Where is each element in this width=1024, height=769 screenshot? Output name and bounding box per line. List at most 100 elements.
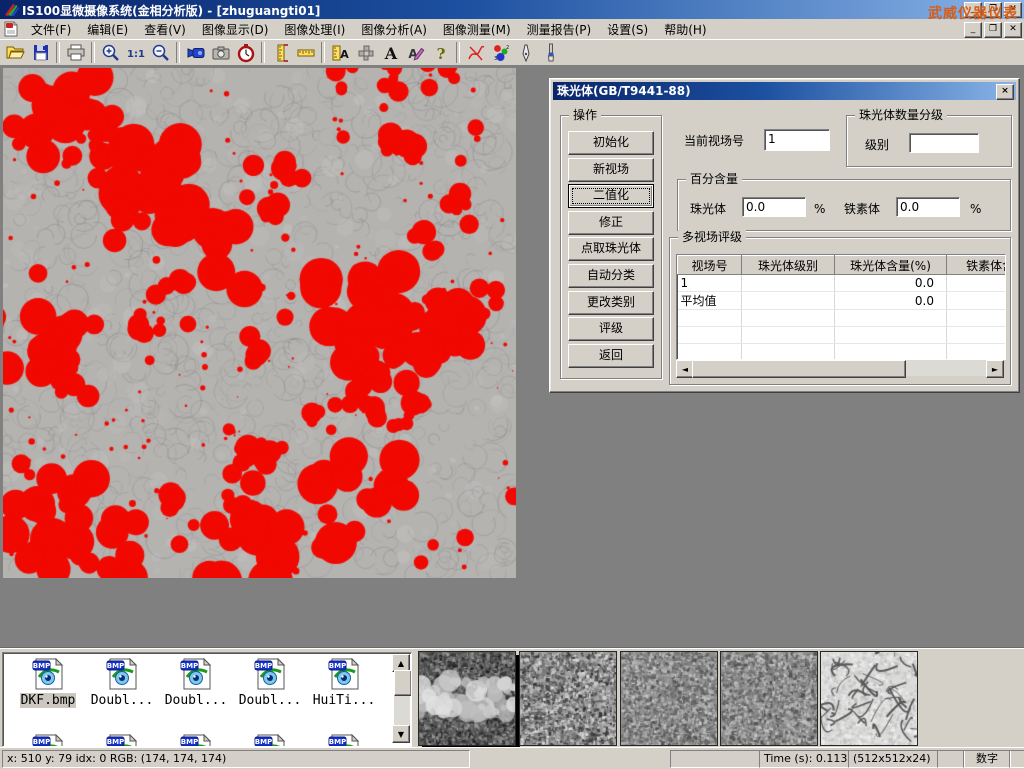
op-button-3[interactable]: 二值化 bbox=[568, 184, 654, 208]
menu-item[interactable]: 帮助(H) bbox=[656, 19, 714, 40]
minimize-button[interactable]: _ bbox=[964, 2, 982, 18]
multi-field-group: 多视场评级 视场号珠光体级别珠光体含量(%)铁素体含量(%) 10.0平均值0.… bbox=[669, 237, 1011, 385]
window-titlebar[interactable]: IS100显微摄像系统(金相分析版) - [zhuguangti01] _ ❐ … bbox=[0, 0, 1024, 19]
child-close-button[interactable]: ✕ bbox=[1004, 22, 1022, 38]
table-row[interactable]: 平均值0.0 bbox=[678, 292, 1007, 310]
menu-bar: 文件(F)编辑(E)查看(V)图像显示(D)图像处理(I)图像分析(A)图像测量… bbox=[0, 19, 1024, 39]
table-row[interactable] bbox=[678, 344, 1007, 361]
dialog-titlebar[interactable]: 珠光体(GB/T9441-88) × bbox=[553, 82, 1016, 100]
measure-text-button[interactable]: A bbox=[328, 41, 353, 64]
file-item[interactable]: BMP bbox=[163, 733, 229, 747]
actual-size-button[interactable]: 1:1 bbox=[123, 41, 148, 64]
op-button-1[interactable]: 初始化 bbox=[568, 131, 654, 155]
print-button[interactable] bbox=[63, 41, 88, 64]
caliper-v-icon bbox=[271, 43, 291, 63]
op-button-9[interactable]: 返回 bbox=[568, 344, 654, 368]
file-name: Doubl... bbox=[238, 693, 303, 708]
curve-button[interactable] bbox=[463, 41, 488, 64]
image-thumbnail[interactable] bbox=[820, 651, 918, 746]
restore-button[interactable]: ❐ bbox=[984, 2, 1002, 18]
vscrollbar-thumb[interactable] bbox=[394, 670, 412, 696]
op-button-2[interactable]: 新视场 bbox=[568, 158, 654, 182]
image-thumbnail[interactable] bbox=[620, 651, 718, 746]
annotate-button[interactable]: A bbox=[403, 41, 428, 64]
column-header: 珠光体含量(%) bbox=[835, 256, 947, 275]
caliper-v-button[interactable] bbox=[268, 41, 293, 64]
grade-group-label: 珠光体数量分级 bbox=[855, 108, 947, 122]
menu-item[interactable]: 图像处理(I) bbox=[276, 19, 353, 40]
current-field-input[interactable]: 1 bbox=[764, 129, 830, 151]
ferrite-label: 铁素体 bbox=[844, 202, 880, 216]
file-item[interactable]: BMP bbox=[237, 733, 303, 747]
image-thumbnail[interactable] bbox=[418, 651, 516, 746]
svg-text:BMP: BMP bbox=[255, 662, 272, 670]
pearlite-input[interactable]: 0.0 bbox=[742, 197, 806, 217]
table-row[interactable]: 10.0 bbox=[678, 275, 1007, 292]
menu-item[interactable]: 图像显示(D) bbox=[194, 19, 277, 40]
video-camera-button[interactable] bbox=[183, 41, 208, 64]
brush-button[interactable] bbox=[538, 41, 563, 64]
file-item[interactable]: BMPDKF.bmp bbox=[15, 657, 81, 708]
table-cell bbox=[742, 327, 835, 344]
svg-text:?: ? bbox=[436, 45, 445, 63]
capture-button[interactable] bbox=[208, 41, 233, 64]
table-hscrollbar[interactable]: ◄ ► bbox=[676, 360, 1004, 376]
zoom-out-button[interactable] bbox=[148, 41, 173, 64]
op-button-6[interactable]: 自动分类 bbox=[568, 264, 654, 288]
table-cell bbox=[678, 344, 742, 361]
scroll-right-button[interactable]: ► bbox=[986, 360, 1004, 378]
pen-icon bbox=[516, 43, 536, 63]
curve-icon bbox=[466, 43, 486, 63]
child-minimize-button[interactable]: _ bbox=[964, 22, 982, 38]
text-label-button[interactable]: A bbox=[378, 41, 403, 64]
image-thumbnail[interactable] bbox=[720, 651, 818, 746]
menu-item[interactable]: 文件(F) bbox=[23, 19, 79, 40]
hscrollbar-thumb[interactable] bbox=[692, 360, 906, 378]
op-button-8[interactable]: 评级 bbox=[568, 317, 654, 341]
child-restore-button[interactable]: ❐ bbox=[984, 22, 1002, 38]
menu-item[interactable]: 编辑(E) bbox=[79, 19, 136, 40]
table-row[interactable] bbox=[678, 310, 1007, 327]
op-button-4[interactable]: 修正 bbox=[568, 211, 654, 235]
image-thumbnail[interactable] bbox=[519, 651, 617, 746]
file-item[interactable]: BMP bbox=[89, 733, 155, 747]
zoom-in-button[interactable] bbox=[98, 41, 123, 64]
menu-item[interactable]: 图像测量(M) bbox=[435, 19, 519, 40]
grade-input[interactable] bbox=[909, 133, 979, 153]
menu-item[interactable]: 查看(V) bbox=[136, 19, 194, 40]
file-item[interactable]: BMP Doubl... bbox=[237, 657, 303, 708]
file-list[interactable]: ▲ ▼ BMPDKF.bmpBMPBMPDoubl...BMPBMPDoubl.… bbox=[2, 652, 412, 747]
file-item[interactable]: BMPDoubl... bbox=[89, 657, 155, 708]
toolbar-separator bbox=[261, 42, 265, 63]
op-button-7[interactable]: 更改类别 bbox=[568, 291, 654, 315]
metallographic-image[interactable] bbox=[3, 68, 516, 578]
dialog-close-button[interactable]: × bbox=[996, 84, 1014, 100]
count-button[interactable]: 23 bbox=[488, 41, 513, 64]
tile-button[interactable] bbox=[353, 41, 378, 64]
rating-table-header: 视场号珠光体级别珠光体含量(%)铁素体含量(%) bbox=[678, 256, 1007, 275]
open-file-button[interactable] bbox=[3, 41, 28, 64]
table-row[interactable] bbox=[678, 327, 1007, 344]
table-cell bbox=[835, 310, 947, 327]
save-button[interactable] bbox=[28, 41, 53, 64]
menu-item[interactable]: 测量报告(P) bbox=[519, 19, 600, 40]
file-item[interactable]: BMP bbox=[311, 733, 377, 747]
ruler-h-button[interactable] bbox=[293, 41, 318, 64]
time-status: Time (s): 0.113 bbox=[759, 750, 849, 768]
menu-item[interactable]: 设置(S) bbox=[599, 19, 656, 40]
file-list-vscrollbar[interactable]: ▲ ▼ bbox=[394, 654, 410, 743]
pen-button[interactable] bbox=[513, 41, 538, 64]
ferrite-percent-sign: % bbox=[970, 202, 981, 216]
file-item[interactable]: BMPDoubl... bbox=[163, 657, 229, 708]
close-button[interactable]: ✕ bbox=[1004, 2, 1022, 18]
timer-button[interactable] bbox=[233, 41, 258, 64]
rating-table[interactable]: 视场号珠光体级别珠光体含量(%)铁素体含量(%) 10.0平均值0.0 bbox=[676, 254, 1006, 360]
help-button[interactable]: ? bbox=[428, 41, 453, 64]
op-button-5[interactable]: 点取珠光体 bbox=[568, 237, 654, 261]
menu-item[interactable]: 图像分析(A) bbox=[353, 19, 435, 40]
ferrite-input[interactable]: 0.0 bbox=[896, 197, 960, 217]
scroll-down-button[interactable]: ▼ bbox=[392, 725, 410, 743]
annotate-icon: A bbox=[406, 43, 426, 63]
file-item[interactable]: BMP bbox=[15, 733, 81, 747]
file-item[interactable]: BMPHuiTi... bbox=[311, 657, 377, 708]
